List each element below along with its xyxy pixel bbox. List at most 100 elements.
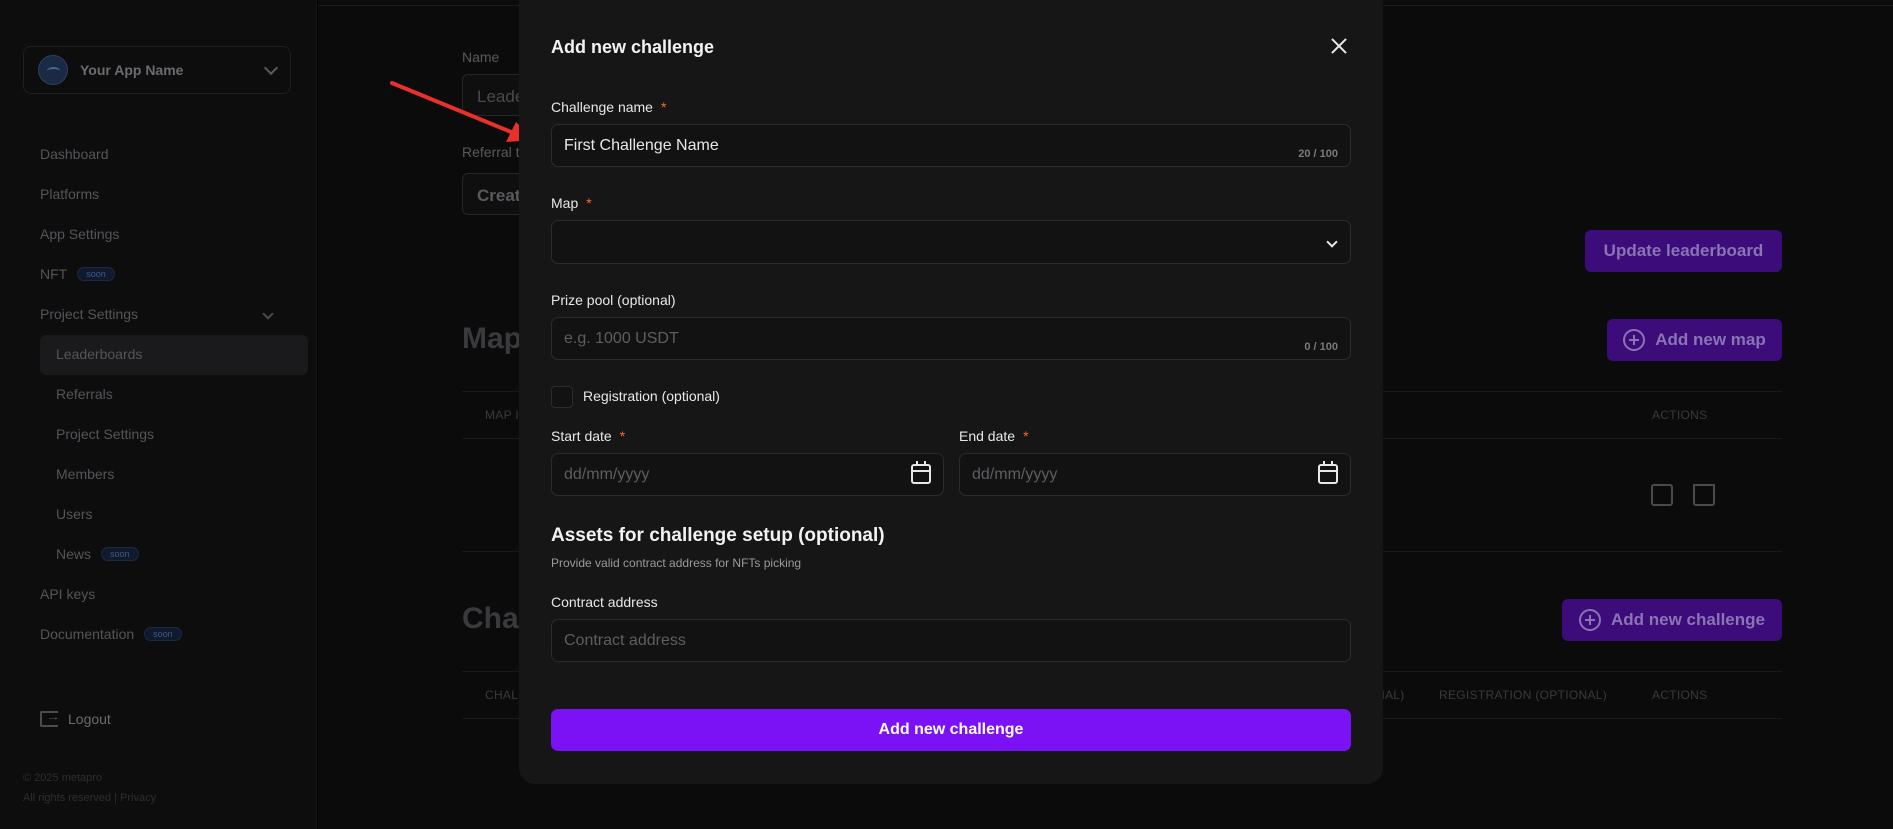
sidebar-item-label: Users — [56, 506, 93, 522]
end-date-input[interactable]: dd/mm/yyyy — [959, 453, 1351, 496]
registration-checkbox[interactable] — [551, 386, 573, 408]
start-date-label: Start date * — [551, 428, 625, 444]
app-logo-icon — [38, 55, 68, 85]
required-marker: * — [1023, 428, 1029, 444]
end-date-label: End date * — [959, 428, 1029, 444]
challenge-name-label: Challenge name * — [551, 99, 666, 115]
sidebar-item-dashboard[interactable]: Dashboard — [40, 146, 109, 162]
start-date-input[interactable]: dd/mm/yyyy — [551, 453, 944, 496]
map-select[interactable] — [551, 220, 1351, 264]
prize-pool-placeholder: e.g. 1000 USDT — [564, 329, 679, 347]
add-new-challenge-label: Add new challenge — [878, 721, 1024, 738]
logout-label: Logout — [68, 711, 111, 727]
sidebar-item-api-keys[interactable]: API keys — [40, 586, 95, 602]
sidebar-item-label: App Settings — [40, 226, 120, 242]
add-new-map-label: Add new map — [1655, 330, 1766, 349]
sidebar-item-documentation[interactable]: Documentation soon — [40, 626, 182, 642]
sidebar-item-leaderboards[interactable]: Leaderboards — [56, 346, 142, 362]
plus-circle-icon — [1579, 609, 1601, 631]
maps-heading: Map — [462, 322, 522, 355]
character-counter: 20 / 100 — [1298, 148, 1338, 160]
maps-table-header: MAP I — [485, 408, 519, 422]
update-leaderboard-label: Update leaderboard — [1603, 241, 1764, 260]
sidebar-item-project-settings[interactable]: Project Settings — [56, 426, 154, 442]
close-icon[interactable] — [1327, 34, 1351, 58]
annotation-arrow — [390, 81, 534, 142]
name-label: Name — [462, 49, 500, 65]
challenges-table-header: REGISTRATION (OPTIONAL) — [1439, 688, 1608, 702]
sidebar-item-label: Documentation — [40, 626, 135, 642]
referral-label: Referral t — [462, 144, 520, 160]
prize-pool-input[interactable]: e.g. 1000 USDT 0 / 100 — [551, 317, 1351, 360]
contract-address-placeholder: Contract address — [564, 631, 686, 649]
required-marker: * — [619, 428, 626, 444]
sidebar-item-label: NFT — [40, 266, 68, 282]
start-date-label-text: Start date — [551, 428, 612, 444]
add-new-map-button[interactable]: Add new map — [1607, 319, 1782, 361]
chevron-down-icon — [1326, 236, 1338, 248]
add-new-challenge-bg-label: Add new challenge — [1611, 610, 1765, 629]
sidebar-item-users[interactable]: Users — [56, 506, 93, 522]
chevron-down-icon — [262, 308, 274, 320]
modal-title: Add new challenge — [551, 37, 715, 57]
sidebar-item-label: Dashboard — [40, 146, 109, 162]
app-root: Your App Name Dashboard Platforms App Se… — [0, 0, 1893, 829]
start-date-placeholder: dd/mm/yyyy — [564, 465, 650, 483]
soon-badge: soon — [101, 547, 139, 561]
end-date-label-text: End date — [959, 428, 1016, 444]
challenge-name-value: First Challenge Name — [564, 136, 719, 154]
sidebar-item-label: Leaderboards — [56, 346, 143, 362]
challenge-name-label-text: Challenge name — [551, 99, 653, 115]
contract-address-input[interactable]: Contract address — [551, 619, 1351, 662]
soon-badge: soon — [144, 627, 182, 641]
calendar-icon[interactable] — [911, 461, 931, 484]
footer-rights: All rights reserved | Privacy — [23, 792, 157, 804]
logout-icon — [40, 708, 60, 727]
sidebar-item-news[interactable]: News soon — [56, 546, 139, 562]
sidebar-item-platforms[interactable]: Platforms — [40, 186, 99, 202]
sidebar-item-label: Members — [56, 466, 115, 482]
map-label-text: Map — [551, 195, 579, 211]
challenge-name-input[interactable]: First Challenge Name 20 / 100 — [551, 124, 1351, 167]
sidebar-item-referrals[interactable]: Referrals — [56, 386, 113, 402]
end-date-placeholder: dd/mm/yyyy — [972, 465, 1058, 483]
logout-button[interactable]: Logout — [40, 708, 111, 727]
required-marker: * — [586, 195, 592, 211]
app-switcher[interactable]: Your App Name — [23, 46, 291, 94]
sidebar-item-label: Project Settings — [40, 306, 139, 322]
chevron-down-icon — [263, 60, 279, 75]
assets-heading: Assets for challenge setup (optional) — [551, 525, 885, 546]
sidebar-item-label: API keys — [40, 586, 96, 602]
calendar-icon[interactable] — [1318, 461, 1338, 484]
plus-circle-icon — [1623, 329, 1646, 351]
map-label: Map * — [551, 195, 592, 211]
sidebar-item-members[interactable]: Members — [56, 466, 114, 482]
soon-badge: soon — [77, 267, 115, 281]
sidebar-item-label: Platforms — [40, 186, 100, 202]
registration-label: Registration (optional) — [583, 388, 720, 404]
assets-description: Provide valid contract address for NFTs … — [551, 556, 802, 570]
challenges-heading: Chal — [462, 602, 528, 635]
prize-pool-label: Prize pool (optional) — [551, 292, 676, 308]
update-leaderboard-button[interactable]: Update leaderboard — [1585, 230, 1782, 272]
sidebar: Your App Name Dashboard Platforms App Se… — [0, 0, 317, 829]
sidebar-item-label: Project Settings — [56, 426, 155, 442]
sidebar-item-label: Referrals — [56, 386, 113, 402]
sidebar-item-project-settings-group[interactable]: Project Settings — [40, 306, 138, 322]
sidebar-item-app-settings[interactable]: App Settings — [40, 226, 119, 242]
contract-address-label: Contract address — [551, 594, 658, 610]
character-counter: 0 / 100 — [1304, 341, 1338, 353]
maps-table-header: ACTIONS — [1652, 408, 1708, 422]
footer-copyright: © 2025 metapro — [23, 772, 103, 784]
challenges-table-header: ACTIONS — [1652, 688, 1708, 702]
add-new-challenge-button[interactable]: Add new challenge — [551, 709, 1351, 751]
add-challenge-modal: Add new challenge Challenge name * First … — [519, 0, 1383, 784]
challenges-table-header: CHAL — [485, 688, 519, 702]
sidebar-item-label: News — [56, 546, 92, 562]
app-name: Your App Name — [80, 62, 184, 78]
sidebar-item-nft[interactable]: NFT soon — [40, 266, 115, 282]
edit-icon[interactable] — [1651, 484, 1673, 506]
required-marker: * — [660, 99, 667, 115]
add-new-challenge-bg-button[interactable]: Add new challenge — [1562, 599, 1782, 641]
trash-icon[interactable] — [1693, 484, 1715, 506]
